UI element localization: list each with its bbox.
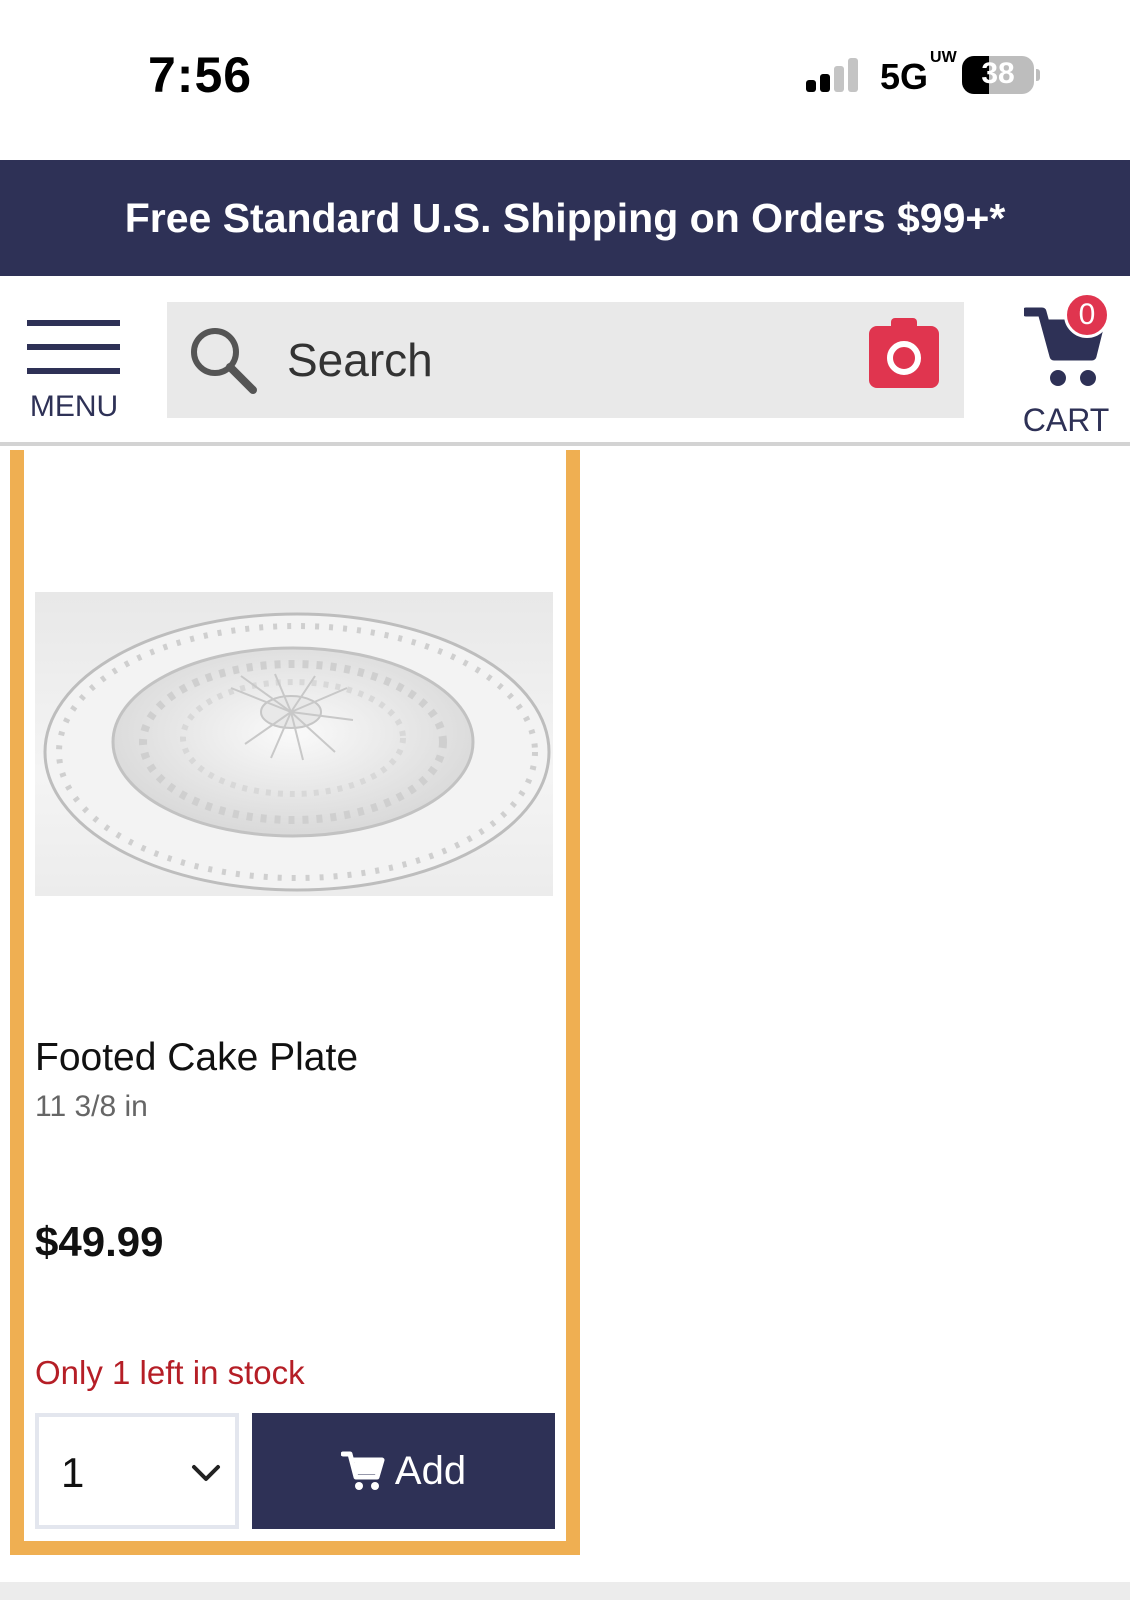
add-to-cart-button[interactable]: Add <box>252 1413 555 1529</box>
search-icon <box>191 328 257 394</box>
menu-button[interactable]: MENU <box>24 320 124 430</box>
stock-note: Only 1 left in stock <box>35 1354 305 1391</box>
promo-text: Free Standard U.S. Shipping on Orders $9… <box>124 194 1006 241</box>
quantity-value: 1 <box>61 1449 85 1496</box>
network-label: 5G <box>880 56 929 97</box>
camera-icon <box>887 341 921 375</box>
network-indicator: 5G UW <box>880 50 957 98</box>
product-image[interactable] <box>35 592 553 896</box>
promo-banner[interactable]: Free Standard U.S. Shipping on Orders $9… <box>0 160 1130 276</box>
chevron-down-icon <box>192 1465 220 1481</box>
menu-label: MENU <box>29 390 119 423</box>
search-bar[interactable] <box>167 302 964 418</box>
battery-tip <box>1036 69 1040 81</box>
signal-icon <box>806 58 860 92</box>
product-title[interactable]: Footed Cake Plate <box>35 1036 358 1080</box>
product-price: $49.99 <box>35 1218 164 1265</box>
cake-plate-illustration <box>43 612 551 892</box>
camera-search-button[interactable] <box>869 318 939 388</box>
cart-button[interactable]: 0 CART <box>1016 286 1116 438</box>
product-size: 11 3/8 in <box>35 1090 148 1123</box>
hamburger-icon <box>27 320 120 378</box>
site-header: MENU 0 CART <box>0 276 1130 446</box>
network-suffix: UW <box>930 49 957 66</box>
cart-label: CART <box>1022 402 1110 438</box>
search-input[interactable] <box>287 330 807 390</box>
bottom-divider <box>0 1582 1130 1600</box>
product-card[interactable]: Footed Cake Plate 11 3/8 in $49.99 Only … <box>10 450 580 1555</box>
status-time: 7:56 <box>148 47 253 103</box>
cart-count-badge: 0 <box>1064 292 1110 338</box>
status-bar: 7:56 5G UW 38 <box>0 0 1130 160</box>
quantity-select[interactable]: 1 <box>35 1413 239 1529</box>
battery-level: 38 <box>981 57 1015 90</box>
battery-icon: 38 <box>962 56 1034 94</box>
add-button-label: Add <box>394 1448 467 1493</box>
cart-icon <box>340 1451 385 1490</box>
